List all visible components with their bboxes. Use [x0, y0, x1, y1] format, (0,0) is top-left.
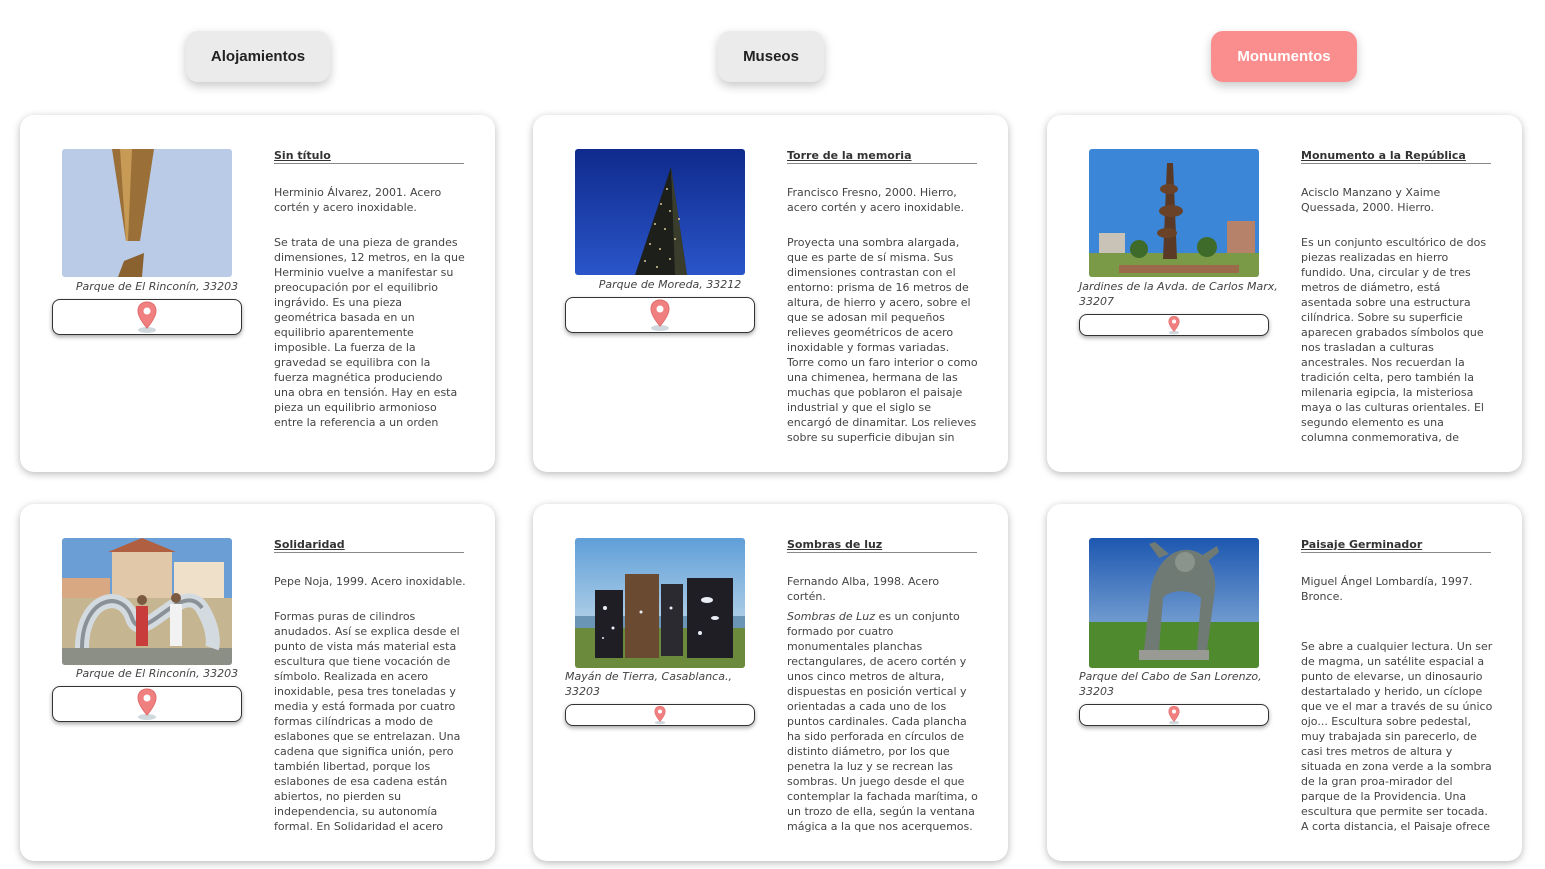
location-caption: Parque de El Rinconín, 33203	[75, 280, 239, 293]
monument-card: Parque de El Rinconín, 33203 Sin título …	[20, 115, 495, 472]
description-emphasis: Sombras de Luz	[787, 610, 876, 623]
map-button[interactable]	[565, 297, 755, 333]
location-pin-icon	[1168, 315, 1180, 335]
monument-card: Mayán de Tierra, Casablanca., 33203 Somb…	[533, 504, 1008, 861]
description-text: es un conjunto formado por cuatro monume…	[787, 610, 978, 833]
monument-title: Monumento a la República	[1301, 149, 1491, 164]
monument-photo	[575, 149, 745, 275]
location-pin-icon	[1168, 705, 1180, 725]
monument-title: Sombras de luz	[787, 538, 977, 553]
location-caption: Parque de Moreda, 33212	[598, 278, 742, 291]
monument-photo	[1089, 538, 1259, 668]
location-caption: Parque del Cabo de San Lorenzo, 33203	[1079, 670, 1262, 698]
map-button[interactable]	[565, 704, 755, 726]
monument-description: Se abre a cualquier lectura. Un ser de m…	[1301, 640, 1493, 833]
monument-meta: Pepe Noja, 1999. Acero inoxidable.	[274, 575, 466, 588]
monument-card: Parque del Cabo de San Lorenzo, 33203 Pa…	[1047, 504, 1522, 861]
monument-description: Formas puras de cilindros anudados. Así …	[274, 610, 461, 833]
monument-description: Es un conjunto escultórico de dos piezas…	[1301, 236, 1487, 443]
monument-card: Parque de Moreda, 33212 Torre de la memo…	[533, 115, 1008, 472]
tab-museos[interactable]: Museos	[718, 31, 824, 82]
monument-title: Torre de la memoria	[787, 149, 977, 164]
monument-meta: Acisclo Manzano y Xaime Quessada, 2000. …	[1301, 186, 1441, 214]
monument-meta: Francisco Fresno, 2000. Hierro, acero co…	[787, 186, 964, 214]
monument-photo	[62, 149, 232, 277]
monument-meta: Fernando Alba, 1998. Acero cortén.	[787, 575, 940, 603]
map-button[interactable]	[52, 299, 242, 335]
location-caption: Jardines de la Avda. de Carlos Marx, 332…	[1079, 280, 1278, 308]
tab-alojamientos[interactable]: Alojamientos	[186, 31, 330, 82]
monument-meta: Miguel Ángel Lombardía, 1997. Bronce.	[1301, 575, 1473, 603]
tab-monumentos[interactable]: Monumentos	[1211, 31, 1357, 82]
monument-photo	[62, 538, 232, 665]
monument-photo	[575, 538, 745, 668]
monument-meta: Herminio Álvarez, 2001. Acero cortén y a…	[274, 186, 442, 214]
location-pin-icon	[137, 688, 157, 720]
map-button[interactable]	[1079, 704, 1269, 726]
monument-photo	[1089, 149, 1259, 277]
map-button[interactable]	[1079, 314, 1269, 336]
monument-card: Jardines de la Avda. de Carlos Marx, 332…	[1047, 115, 1522, 472]
monument-title: Solidaridad	[274, 538, 464, 553]
monument-description: Sombras de Luz es un conjunto formado po…	[787, 609, 979, 834]
monument-title: Sin título	[274, 149, 464, 164]
location-caption: Parque de El Rinconín, 33203	[75, 667, 239, 680]
monument-description: Se trata de una pieza de grandes dimensi…	[274, 236, 465, 429]
monument-title: Paisaje Germinador	[1301, 538, 1491, 553]
location-pin-icon	[137, 301, 157, 333]
location-pin-icon	[654, 705, 666, 725]
location-pin-icon	[650, 299, 670, 331]
map-button[interactable]	[52, 686, 242, 722]
location-caption: Mayán de Tierra, Casablanca., 33203	[565, 670, 732, 698]
monument-description: Proyecta una sombra alargada, que es par…	[787, 236, 978, 443]
monument-card: Parque de El Rinconín, 33203 Solidaridad…	[20, 504, 495, 861]
